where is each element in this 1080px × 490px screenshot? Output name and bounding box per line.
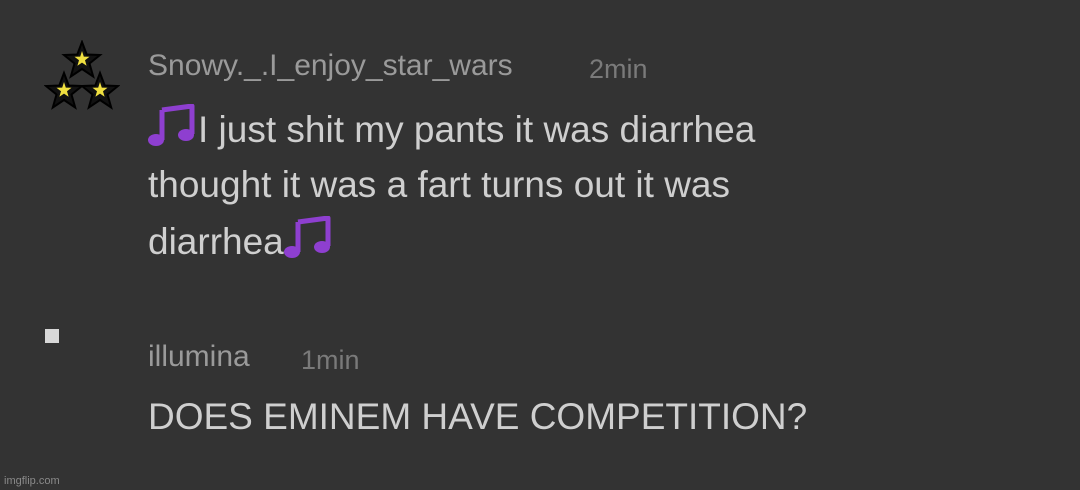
square-icon[interactable] xyxy=(45,329,59,343)
comment-body-line: thought it was a fart turns out it was xyxy=(148,164,731,205)
comment-timestamp: 1min xyxy=(301,345,360,375)
comment-username[interactable]: illumina xyxy=(148,340,250,374)
comment-username[interactable]: Snowy._.I_enjoy_star_wars xyxy=(148,49,513,83)
watermark: imgflip.com xyxy=(4,475,60,487)
three-stars-icon[interactable] xyxy=(43,39,121,114)
comment-timestamp: 2min xyxy=(589,54,648,84)
music-notes-icon xyxy=(283,215,334,273)
comment-body-line: DOES EMINEM HAVE COMPETITION? xyxy=(148,396,808,437)
comment-body-line: diarrhea xyxy=(148,215,334,273)
comment-text: I just shit my pants it was diarrhea xyxy=(198,109,756,150)
comment-text: diarrhea xyxy=(148,221,284,262)
comment-body-line: I just shit my pants it was diarrhea xyxy=(148,103,756,161)
music-notes-icon xyxy=(148,103,198,161)
